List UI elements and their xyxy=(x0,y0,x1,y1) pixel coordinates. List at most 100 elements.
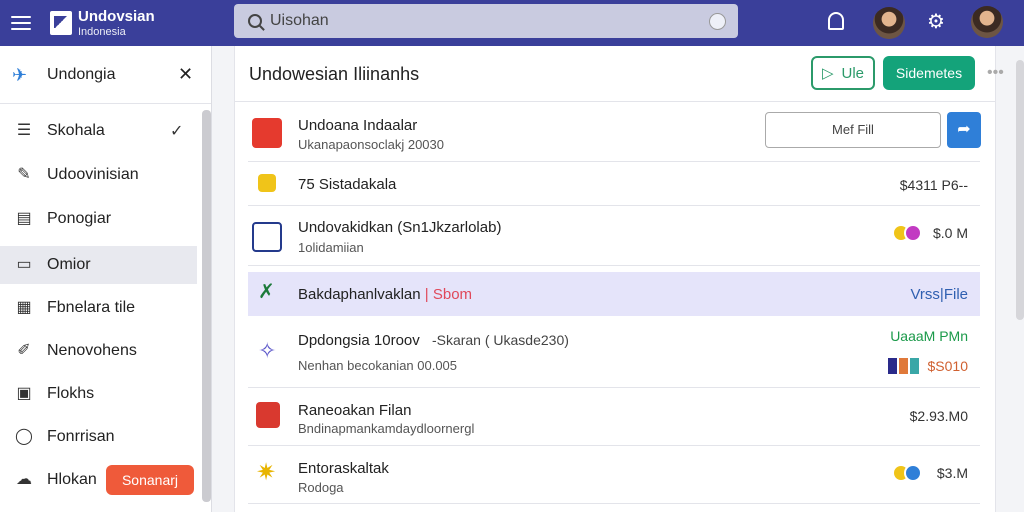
status-dots xyxy=(892,224,922,242)
sidebar-item-label: Fonrrisan xyxy=(47,428,115,445)
list-item-selected[interactable]: ✗ Bakdaphanlvaklan | Sbom Vrss|File xyxy=(248,272,980,316)
sidebar-item-nenovohens[interactable]: ✐ Nenovohens xyxy=(0,332,197,370)
sidebar-item-label: Udoovinisian xyxy=(47,166,139,183)
row-subtitle: Bndinapmankamdaydloornergl xyxy=(298,421,475,436)
sidebar-title: Undongia xyxy=(47,65,116,83)
row-subtitle: Rodoga xyxy=(298,480,344,495)
list-item[interactable]: ✧ Dpdongsia 10roov -Skaran ( Ukasde230) … xyxy=(248,320,980,388)
row-link[interactable]: Vrss|File xyxy=(910,286,968,303)
sidebar-item-fonrrisan[interactable]: ◯ Fonrrisan xyxy=(0,418,197,456)
row-value: $4311 P6-- xyxy=(899,177,968,193)
forward-icon[interactable]: ➦ xyxy=(947,112,981,148)
status-dots xyxy=(892,464,922,482)
avatar[interactable] xyxy=(873,7,905,39)
row-title: Dpdongsia 10roov -Skaran ( Ukasde230) xyxy=(298,332,569,349)
sidebar-item-skohala[interactable]: ☰ Skohala ✓ xyxy=(0,112,197,150)
sidebar-action-button[interactable]: Sonanarj xyxy=(106,465,194,495)
folder-icon: ▭ xyxy=(16,256,32,273)
sidebar-item-label: Nenovohens xyxy=(47,342,137,359)
sidebar: ✈ Undongia ✕ ☰ Skohala ✓ ✎ Udoovinisian … xyxy=(0,46,212,512)
check-icon: ✓ xyxy=(170,123,184,140)
sidebar-item-label: Hlokan xyxy=(47,471,97,488)
search-icon xyxy=(248,14,262,28)
grid-icon: ▦ xyxy=(16,299,32,316)
voice-icon[interactable] xyxy=(709,13,726,30)
sidebar-scrollbar[interactable] xyxy=(202,110,211,502)
row-value: $2.93.M0 xyxy=(909,408,968,424)
status-bars xyxy=(888,358,919,374)
search-bar xyxy=(234,4,738,38)
document-icon: ▤ xyxy=(16,210,32,227)
plane-icon: ✈ xyxy=(12,64,28,85)
app-logo xyxy=(50,11,72,35)
pen-icon: ✎ xyxy=(17,166,31,183)
sidebar-item-hlokan[interactable]: ☁ Hlokan xyxy=(0,461,100,499)
sidebar-item-label: Omior xyxy=(47,256,91,273)
gear-icon[interactable]: ⚙ xyxy=(926,12,946,32)
sidebar-header: ✈ Undongia ✕ xyxy=(0,46,211,104)
file-button[interactable]: Mef Fill xyxy=(765,112,941,148)
row-title: Raneoakan Filan xyxy=(298,402,412,419)
red-envelope-icon xyxy=(252,118,282,148)
sidebar-item-udoovinisian[interactable]: ✎ Udoovinisian xyxy=(0,156,197,194)
list-icon: ☰ xyxy=(16,122,32,139)
sidebar-item-label: Fbnelara tile xyxy=(47,299,136,316)
row-value-secondary: $S010 xyxy=(927,358,968,374)
more-icon[interactable]: ••• xyxy=(987,64,1004,82)
row-highlight: Sbom xyxy=(432,286,473,303)
row-title-text: Dpdongsia 10roov xyxy=(298,332,420,349)
list-item[interactable]: Undoana Indaalar Ukanapaonsoclakj 20030 … xyxy=(248,106,981,162)
sidebar-item-ponogiar[interactable]: ▤ Ponogiar xyxy=(0,200,197,238)
row-title: Bakdaphanlvaklan | Sbom xyxy=(298,286,473,303)
row-value: $.0 M xyxy=(932,225,968,241)
main-panel: Undowesian Iliinanhs ▷ Ule Sidemetes •••… xyxy=(234,46,1004,512)
row-title: Undoana Indaalar xyxy=(298,117,418,134)
sidebar-item-omior[interactable]: ▭ Omior xyxy=(0,246,197,284)
play-icon: ▷ xyxy=(821,65,834,82)
close-icon[interactable]: ✕ xyxy=(178,64,193,85)
brand: Undovsian Indonesia xyxy=(78,9,155,38)
row-subtitle: Ukanapaonsoclakj 20030 xyxy=(298,137,444,152)
row-value: UaaaM PMn xyxy=(890,328,968,344)
main-header: Undowesian Iliinanhs ▷ Ule Sidemetes ••• xyxy=(235,46,1004,102)
location-icon: ◯ xyxy=(15,428,33,445)
list-item[interactable]: Undovakidkan (Sn1Jkzarlolab) 1olidamiian… xyxy=(248,206,980,266)
row-title-text: Bakdaphanlvaklan xyxy=(298,286,421,303)
main-scrollbar[interactable] xyxy=(1016,60,1024,320)
row-title: Entoraskaltak xyxy=(298,460,389,477)
sidebar-item-label: Skohala xyxy=(47,122,105,139)
play-button-label: Ule xyxy=(841,64,865,82)
badge-icon xyxy=(258,174,276,192)
sidebar-item-label: Flokhs xyxy=(47,385,95,402)
search-input[interactable] xyxy=(270,12,690,30)
list-item[interactable]: 75 Sistadakala $4311 P6-- xyxy=(248,162,980,206)
page-title: Undowesian Iliinanhs xyxy=(249,64,420,84)
leaf-icon: ✗ xyxy=(258,281,275,303)
play-button[interactable]: ▷ Ule xyxy=(811,56,875,90)
top-bar: Undovsian Indonesia ⚙ xyxy=(0,0,1024,46)
list-item[interactable]: Raneoakan Filan Bndinapmankamdaydloorner… xyxy=(248,388,980,446)
sidebar-item-label: Ponogiar xyxy=(47,210,112,227)
cloud-icon: ☁ xyxy=(16,471,32,488)
gift-icon xyxy=(256,402,280,428)
row-title-extra: -Skaran ( Ukasde230) xyxy=(431,332,569,348)
star-icon: ✧ xyxy=(258,338,277,363)
bell-icon[interactable] xyxy=(828,12,844,30)
list-item[interactable]: ✷ Entoraskaltak Rodoga $3.M xyxy=(248,446,980,504)
row-subtitle: 1olidamiian xyxy=(298,240,364,255)
row-title: Undovakidkan (Sn1Jkzarlolab) xyxy=(298,219,502,236)
sidebar-item-fbnelara[interactable]: ▦ Fbnelara tile xyxy=(0,289,197,327)
profile-avatar[interactable] xyxy=(971,6,1003,38)
sidebar-item-flokhs[interactable]: ▣ Flokhs xyxy=(0,375,197,413)
brand-title: Undovsian xyxy=(78,7,155,25)
row-subtitle: Nenhan becokanian 00.005 xyxy=(298,358,458,373)
primary-button[interactable]: Sidemetes xyxy=(883,56,975,90)
row-title: 75 Sistadakala xyxy=(298,176,397,193)
app-icon xyxy=(252,222,282,252)
card-icon: ▣ xyxy=(16,385,32,402)
pencil-icon: ✐ xyxy=(17,342,31,359)
sparkle-icon: ✷ xyxy=(256,459,277,486)
row-value: $3.M xyxy=(936,465,968,481)
brand-subtitle: Indonesia xyxy=(78,25,126,38)
menu-icon[interactable] xyxy=(11,16,31,30)
